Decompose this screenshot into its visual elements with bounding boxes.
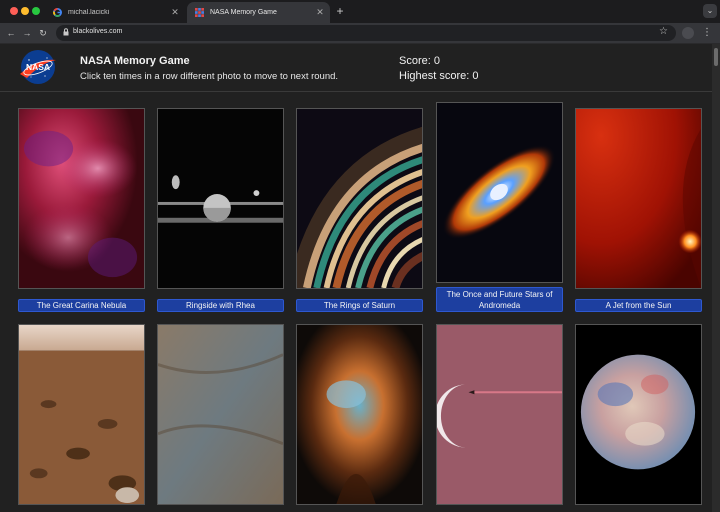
nasa-logo: NASA: [20, 50, 56, 84]
card-photo[interactable]: [18, 324, 145, 505]
scrollbar-thumb[interactable]: [714, 48, 718, 66]
card-photo[interactable]: [18, 108, 145, 289]
page-content: NASA NASA Memory Game Click ten times in…: [0, 44, 712, 512]
grid-icon: [195, 8, 204, 17]
card-caption[interactable]: The Once and Future Stars of Andromeda: [436, 287, 563, 312]
card-photo[interactable]: [575, 324, 702, 505]
nasa-logo-text: NASA: [26, 62, 50, 72]
tab-title: michal.lacicki: [68, 9, 110, 16]
game-header: NASA NASA Memory Game Click ten times in…: [0, 44, 712, 92]
extension-icon[interactable]: [682, 27, 694, 39]
tab-title: NASA Memory Game: [210, 9, 277, 16]
card-caption[interactable]: The Rings of Saturn: [296, 299, 423, 312]
browser-menu-icon[interactable]: ⋮: [702, 26, 712, 40]
card-photo[interactable]: [296, 108, 423, 289]
url-text: blackolives.com: [73, 28, 123, 35]
card-caption[interactable]: Ringside with Rhea: [157, 299, 284, 312]
page-subtitle: Click ten times in a row different photo…: [80, 71, 339, 82]
bookmark-star-icon[interactable]: ☆: [659, 26, 668, 37]
lock-icon: [63, 28, 69, 36]
forward-icon[interactable]: →: [20, 26, 34, 40]
card-photo[interactable]: [296, 324, 423, 505]
address-bar[interactable]: blackolives.com ☆: [56, 25, 676, 41]
score-counter: Score: 0: [399, 55, 440, 67]
close-tab-icon[interactable]: ✕: [314, 7, 326, 18]
reload-icon[interactable]: ↻: [36, 26, 50, 40]
minimize-window-button[interactable]: [21, 7, 29, 15]
page-scrollbar[interactable]: [712, 44, 720, 512]
page-title: NASA Memory Game: [80, 55, 190, 67]
card-photo[interactable]: [157, 108, 284, 289]
browser-toolbar: ← → ↻ blackolives.com ☆: [0, 23, 720, 44]
card-photo[interactable]: [157, 324, 284, 505]
highest-score-counter: Highest score: 0: [399, 70, 479, 82]
back-icon[interactable]: ←: [4, 26, 18, 40]
card-photo[interactable]: [436, 102, 563, 283]
card-photo[interactable]: [575, 108, 702, 289]
card-photo[interactable]: [436, 324, 563, 505]
close-window-button[interactable]: [10, 7, 18, 15]
google-icon: [53, 8, 62, 17]
new-tab-button[interactable]: +: [333, 4, 347, 18]
browser-tab-strip: michal.lacicki ✕ NASA Memory Game ✕ + ⌄: [0, 0, 720, 23]
browser-tab-michal[interactable]: michal.lacicki ✕: [45, 2, 185, 23]
zoom-window-button[interactable]: [32, 7, 40, 15]
browser-tab-memory-game[interactable]: NASA Memory Game ✕: [187, 2, 330, 23]
card-caption[interactable]: The Great Carina Nebula: [18, 299, 145, 312]
close-tab-icon[interactable]: ✕: [169, 7, 181, 18]
tab-search-button[interactable]: ⌄: [703, 4, 717, 18]
card-caption[interactable]: A Jet from the Sun: [575, 299, 702, 312]
